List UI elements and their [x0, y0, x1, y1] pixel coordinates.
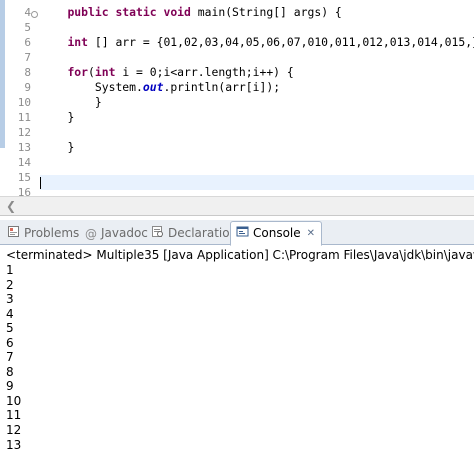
scroll-left-icon[interactable]: ❮: [4, 198, 18, 214]
line-number: 16: [17, 186, 31, 196]
text-cursor: [40, 176, 41, 189]
keyword: int: [67, 35, 89, 49]
folding-ruler: [31, 0, 40, 196]
code-text: System.: [94, 80, 143, 94]
console-status: <terminated> Multiple35 [Java Applicatio…: [6, 248, 474, 262]
tab-label: Problems: [24, 226, 80, 240]
line-number: 9: [24, 81, 31, 94]
console-icon: [236, 223, 249, 245]
console-line: 1: [6, 263, 14, 277]
at-icon: @: [85, 226, 97, 241]
code-text: .println(arr[i]);: [163, 80, 281, 94]
line-number-gutter: 4 5 6 7 8 9 10 11 12 13 14 15 16: [5, 0, 31, 196]
line-number: 11: [17, 111, 31, 124]
code-text: i = 0;i<arr.length;i++) {: [122, 65, 294, 79]
keyword: public: [67, 5, 109, 19]
console-line: 2: [6, 277, 14, 292]
code-line: }: [40, 95, 474, 110]
console-line: 7: [6, 350, 14, 365]
views-tab-bar: Problems @ Javadoc Declaration Console ✕: [0, 220, 474, 246]
line-number: 7: [24, 51, 31, 64]
problems-icon: [7, 223, 20, 245]
console-line: 6: [6, 335, 14, 350]
line-number: 8: [24, 66, 31, 79]
tab-label: Javadoc: [101, 226, 148, 240]
line-number: 6: [24, 36, 31, 49]
code-line: public static void main(String[] args) {: [40, 5, 474, 20]
code-line: int [] arr = {01,02,03,04,05,06,07,010,0…: [40, 35, 474, 50]
code-line: System.out.println(arr[i]);: [40, 80, 474, 95]
code-line: }: [40, 140, 474, 155]
tab-label: Console: [253, 226, 301, 240]
code-text: }: [67, 140, 75, 154]
line-number: 15: [17, 171, 31, 184]
static-field: out: [142, 80, 164, 94]
console-line: 12: [6, 423, 22, 438]
code-text: }: [67, 110, 75, 124]
declaration-icon: [151, 223, 164, 245]
code-text: main(String[] args) {: [197, 5, 342, 19]
console-line: 10: [6, 393, 22, 408]
line-number: 5: [24, 21, 31, 34]
keyword: void: [163, 5, 191, 19]
close-icon[interactable]: ✕: [307, 223, 315, 245]
line-number: 14: [17, 156, 31, 169]
line-number: 10: [17, 96, 31, 109]
fold-collapse-icon[interactable]: [31, 11, 38, 18]
code-text: [] arr = {01,02,03,04,05,06,07,010,011,0…: [94, 35, 474, 49]
code-line: for(int i = 0;i<arr.length;i++) {: [40, 65, 474, 80]
keyword: for: [67, 65, 89, 79]
tab-label: Declaration: [168, 226, 238, 240]
code-editor[interactable]: 4 5 6 7 8 9 10 11 12 13 14 15 16 public …: [0, 0, 474, 196]
code-text: (: [88, 65, 95, 79]
line-number: 12: [17, 126, 31, 139]
current-line[interactable]: [40, 175, 474, 190]
console-line: 11: [6, 408, 22, 423]
console-line: 5: [6, 321, 14, 336]
code-text: }: [94, 95, 102, 109]
tab-console[interactable]: Console ✕: [230, 221, 323, 246]
code-line: }: [40, 110, 474, 125]
line-number: 4: [24, 6, 31, 19]
tab-problems[interactable]: Problems: [7, 222, 79, 244]
keyword: int: [94, 65, 116, 79]
line-number: 13: [17, 141, 31, 154]
console-line: 4: [6, 306, 14, 321]
tab-javadoc[interactable]: @ Javadoc: [85, 222, 148, 244]
code-area[interactable]: public static void main(String[] args) {…: [40, 0, 474, 196]
horizontal-scrollbar[interactable]: ❮: [0, 196, 474, 216]
console-line: 3: [6, 292, 14, 307]
console-line: 9: [6, 379, 14, 394]
tab-declaration[interactable]: Declaration: [151, 222, 237, 244]
console-line: 13: [6, 437, 22, 452]
console-line: 8: [6, 364, 14, 379]
keyword: static: [115, 5, 157, 19]
console-output[interactable]: 1 2 3 4 5 6 7 8 9 10 11 12 13: [6, 263, 466, 452]
